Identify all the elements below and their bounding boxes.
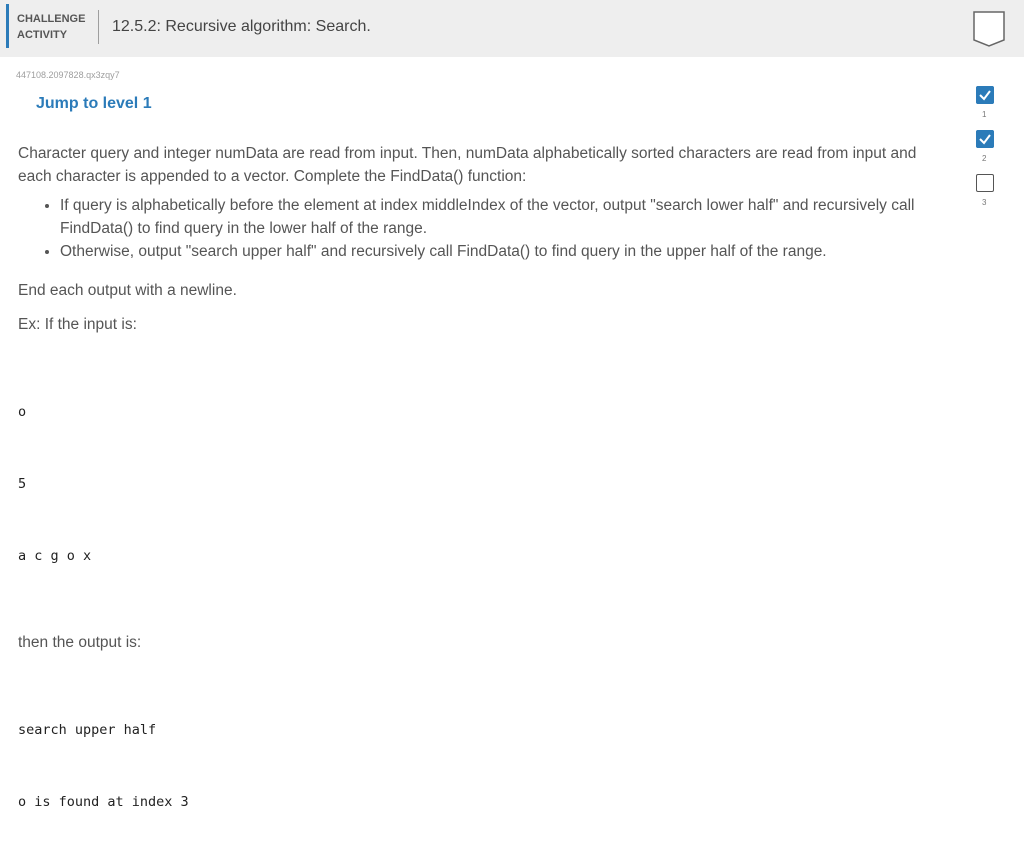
- jump-to-level-link[interactable]: Jump to level 1: [36, 95, 152, 113]
- check-icon: [976, 130, 994, 148]
- list-item: If query is alphabetically before the el…: [60, 194, 948, 240]
- instructions-bullets: If query is alphabetically before the el…: [18, 194, 948, 263]
- output-line: search upper half: [18, 722, 157, 738]
- example-output: search upper half o is found at index 3: [18, 670, 948, 862]
- bookmark-icon[interactable]: [972, 10, 1006, 48]
- empty-box-icon: [976, 174, 994, 192]
- level-2[interactable]: 2: [976, 130, 996, 174]
- activity-code-id: 447108.2097828.qx3zqy7: [16, 70, 120, 80]
- input-line: o: [18, 404, 27, 420]
- level-number: 2: [982, 154, 987, 163]
- activity-type-line1: CHALLENGE: [17, 13, 86, 25]
- output-intro: then the output is:: [18, 634, 142, 651]
- example-intro: Ex: If the input is:: [18, 316, 137, 333]
- list-item: Otherwise, output "search upper half" an…: [60, 240, 948, 263]
- example-input: o 5 a c g o x: [18, 352, 948, 616]
- level-1[interactable]: 1: [976, 86, 996, 130]
- input-line: a c g o x: [18, 548, 92, 564]
- level-number: 3: [982, 198, 987, 207]
- instructions-intro: Character query and integer numData are …: [18, 145, 917, 185]
- activity-title: 12.5.2: Recursive algorithm: Search.: [112, 18, 371, 35]
- input-line: 5: [18, 476, 27, 492]
- activity-type-line2: ACTIVITY: [17, 29, 68, 41]
- output-line: o is found at index 3: [18, 794, 189, 810]
- instructions: Character query and integer numData are …: [18, 142, 948, 862]
- level-progress: 1 2 3: [976, 86, 1000, 218]
- activity-type-label: CHALLENGE ACTIVITY: [6, 4, 94, 48]
- level-number: 1: [982, 110, 987, 119]
- end-note: End each output with a newline.: [18, 282, 237, 299]
- header-divider: [98, 10, 99, 44]
- check-icon: [976, 86, 994, 104]
- activity-header: CHALLENGE ACTIVITY 12.5.2: Recursive alg…: [0, 0, 1024, 57]
- level-3[interactable]: 3: [976, 174, 996, 218]
